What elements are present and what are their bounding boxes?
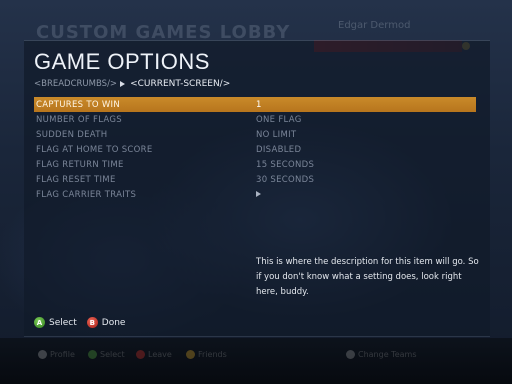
option-label: SUDDEN DEATH — [36, 129, 108, 140]
option-row-flag-reset-time[interactable]: FLAG RESET TIME 30 SECONDS — [34, 172, 476, 187]
option-description: This is where the description for this i… — [256, 257, 479, 297]
chevron-right-icon — [256, 190, 261, 197]
breadcrumb-path: <BREADCRUMBS/> — [34, 79, 118, 89]
button-hints: A Select B Done — [34, 317, 125, 328]
background-player-name: Edgar Dermod — [338, 20, 411, 31]
option-value: 30 SECONDS — [256, 174, 315, 185]
option-value: ONE FLAG — [256, 114, 302, 125]
submenu-arrow — [256, 190, 261, 200]
option-label: FLAG RESET TIME — [36, 174, 116, 185]
select-hint[interactable]: A Select — [34, 317, 77, 328]
option-value: DISABLED — [256, 144, 302, 155]
done-hint-label: Done — [101, 317, 126, 328]
background-footer-item: Leave — [136, 350, 172, 359]
option-row-flag-at-home-to-score[interactable]: FLAG AT HOME TO SCORE DISABLED — [34, 142, 476, 157]
background-footer-item: Friends — [186, 350, 227, 359]
option-value: NO LIMIT — [256, 129, 297, 140]
back-button-icon — [38, 350, 47, 359]
option-value: 1 — [256, 99, 262, 110]
b-button-icon — [136, 350, 145, 359]
background-footer — [0, 338, 512, 384]
a-button-icon: A — [34, 317, 45, 328]
b-button-icon: B — [86, 317, 98, 328]
select-hint-label: Select — [49, 317, 77, 328]
option-label: FLAG RETURN TIME — [36, 159, 124, 170]
options-list: CAPTURES TO WIN 1 NUMBER OF FLAGS ONE FL… — [34, 97, 476, 202]
breadcrumb: <BREADCRUMBS/> <CURRENT-SCREEN/> — [34, 79, 230, 89]
option-label: CAPTURES TO WIN — [36, 99, 121, 110]
option-row-flag-carrier-traits[interactable]: FLAG CARRIER TRAITS — [34, 187, 476, 202]
bumper-icon — [346, 350, 355, 359]
done-hint[interactable]: B Done — [86, 317, 126, 328]
background-footer-item: Select — [88, 350, 125, 359]
breadcrumb-current: <CURRENT-SCREEN/> — [130, 79, 231, 89]
option-row-flag-return-time[interactable]: FLAG RETURN TIME 15 SECONDS — [34, 157, 476, 172]
option-row-sudden-death[interactable]: SUDDEN DEATH NO LIMIT — [34, 127, 476, 142]
option-label: FLAG AT HOME TO SCORE — [36, 144, 153, 155]
option-label: NUMBER OF FLAGS — [36, 114, 122, 125]
page-title: GAME OPTIONS — [34, 49, 210, 74]
background-footer-item: Profile — [38, 350, 75, 359]
option-label: FLAG CARRIER TRAITS — [36, 189, 137, 200]
a-button-icon — [88, 350, 97, 359]
option-row-captures-to-win[interactable]: CAPTURES TO WIN 1 — [34, 97, 476, 112]
background-footer-item: Change Teams — [346, 350, 416, 359]
chevron-right-icon — [120, 81, 126, 87]
option-row-number-of-flags[interactable]: NUMBER OF FLAGS ONE FLAG — [34, 112, 476, 127]
y-button-icon — [186, 350, 195, 359]
option-value: 15 SECONDS — [256, 159, 315, 170]
